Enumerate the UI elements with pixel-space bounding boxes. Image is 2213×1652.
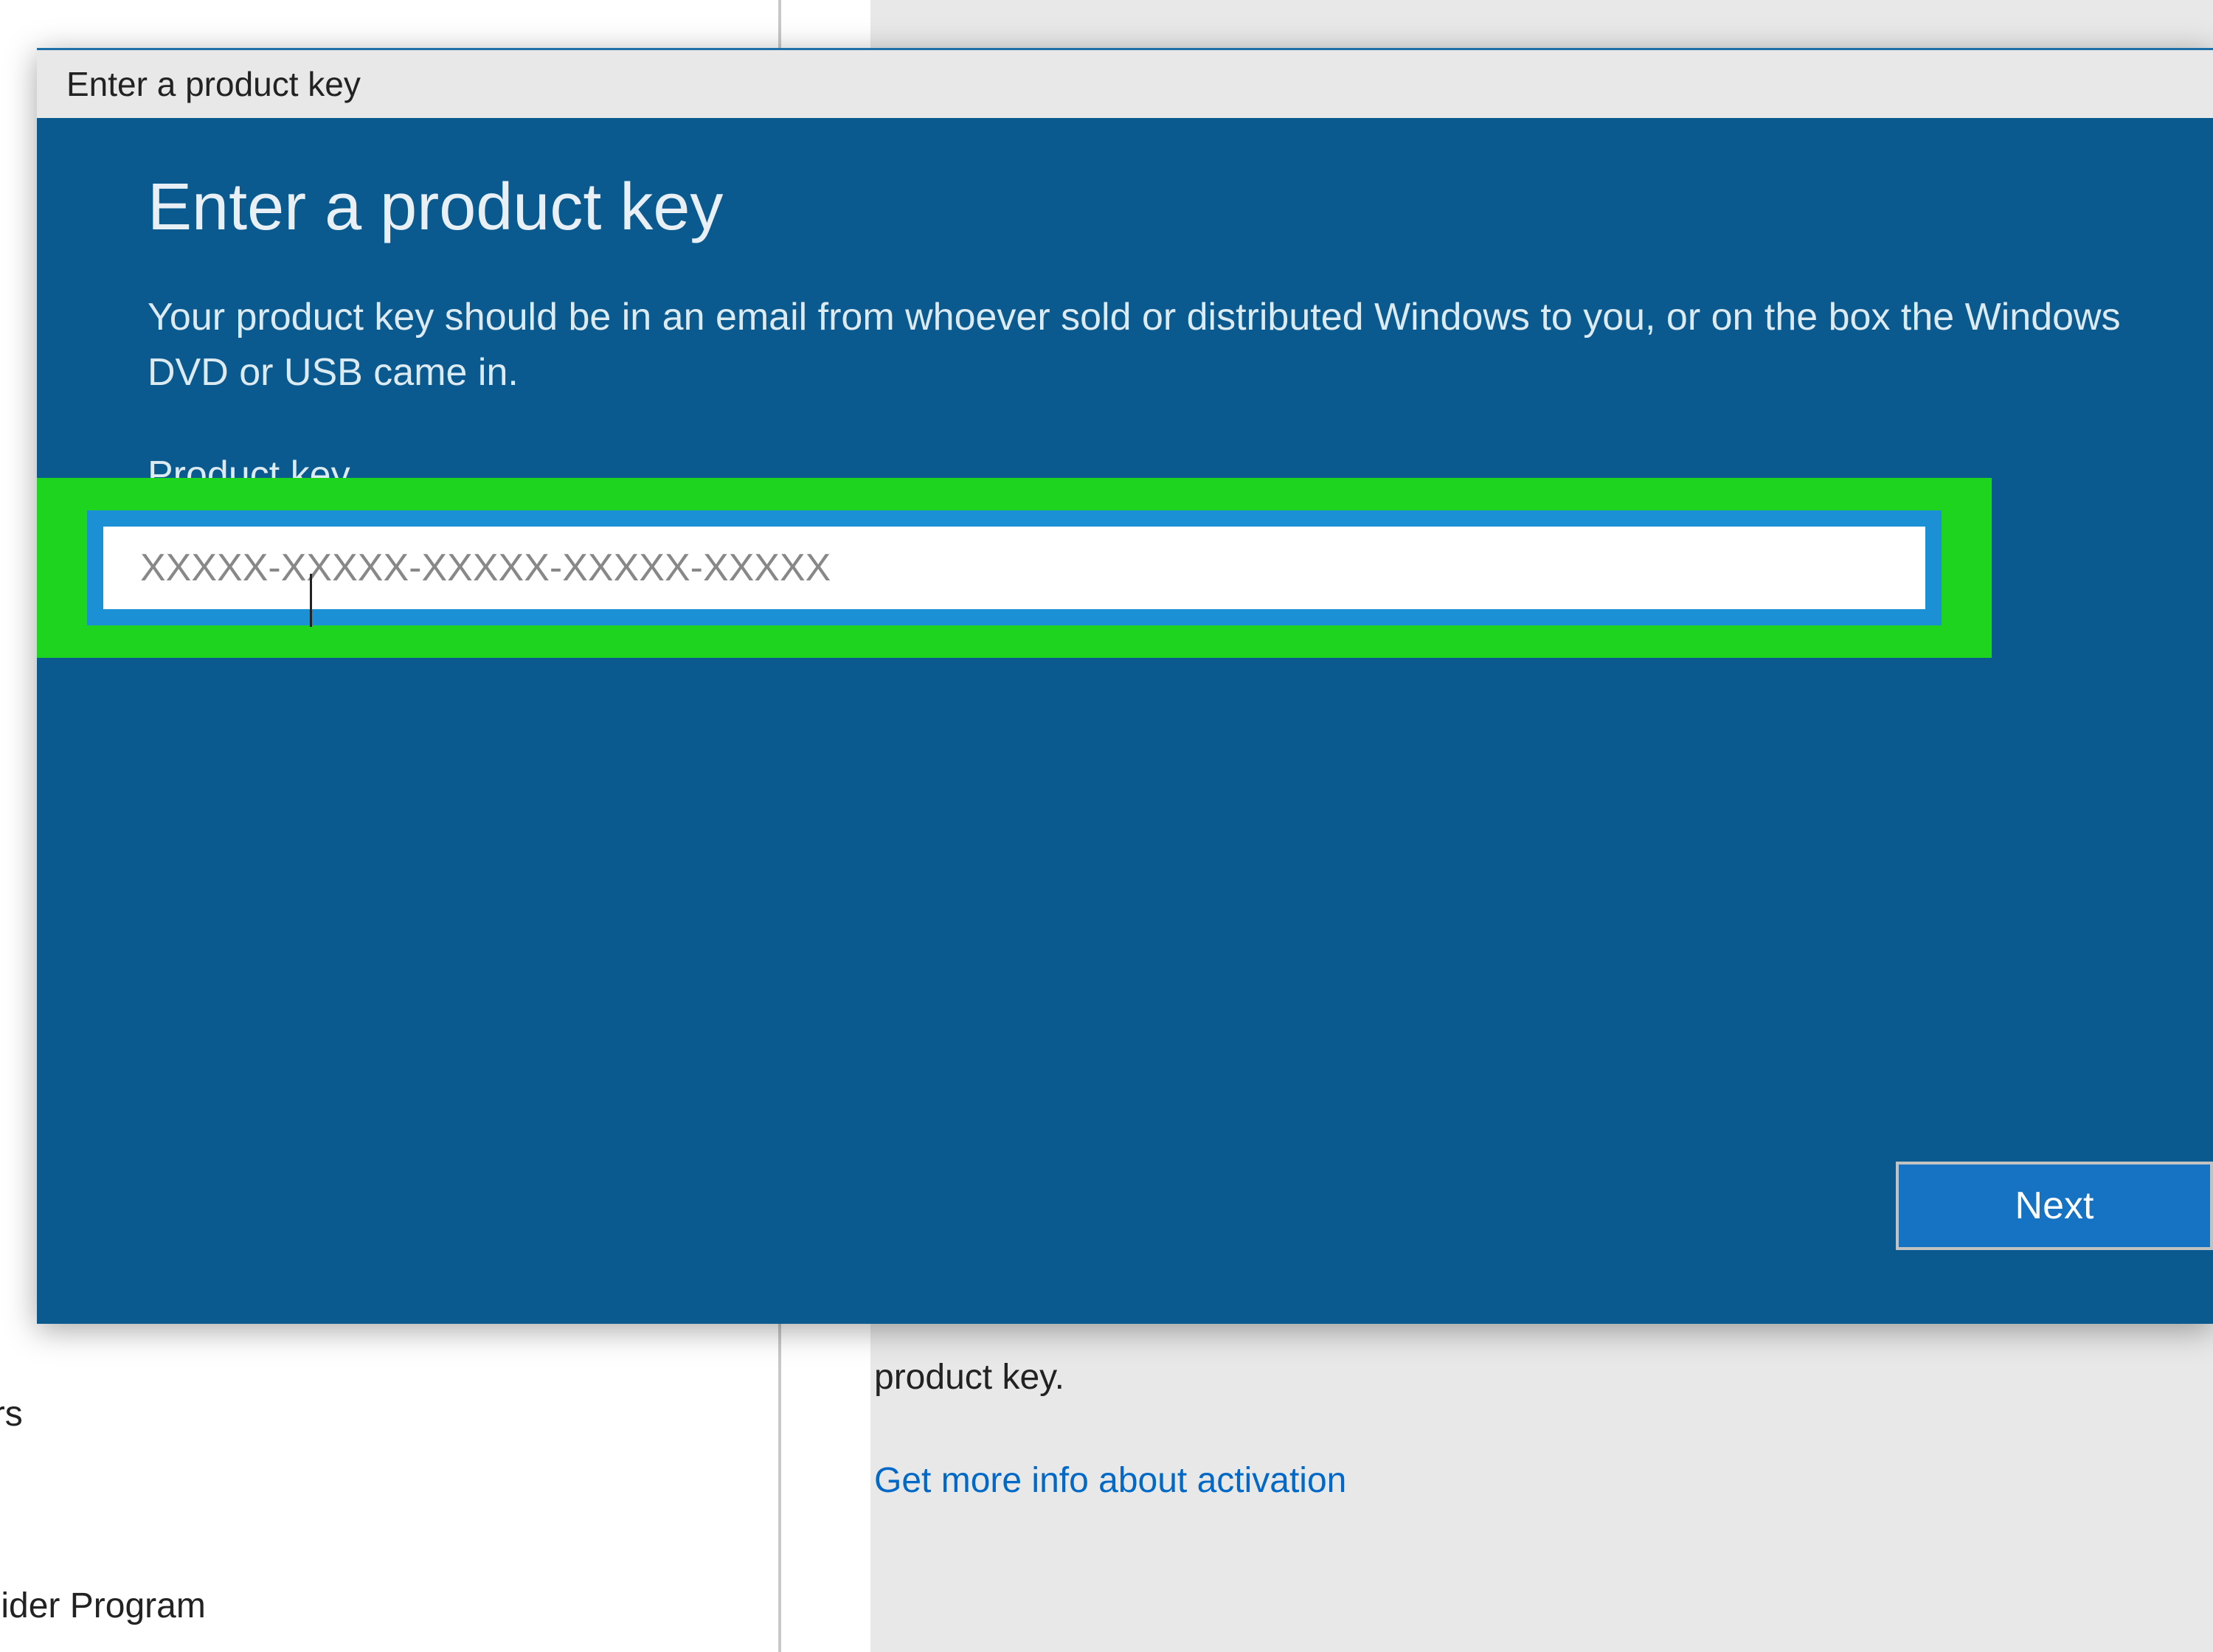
dialog-heading: Enter a product key [148, 170, 2124, 246]
activation-info-link[interactable]: Get more info about activation [874, 1460, 1346, 1501]
input-wrapper [103, 527, 1925, 609]
dialog-body: Enter a product key Your product key sho… [37, 118, 2213, 1324]
dialog-titlebar: Enter a product key [37, 50, 2213, 118]
product-key-input[interactable] [103, 527, 1925, 609]
highlight-annotation [37, 478, 1992, 658]
dialog-title: Enter a product key [66, 64, 361, 104]
next-button[interactable]: Next [1896, 1162, 2213, 1250]
sidebar-item[interactable]: s Insider Program [0, 1571, 206, 1641]
product-key-dialog: Enter a product key Enter a product key … [37, 48, 2213, 1324]
text-cursor [310, 574, 312, 627]
content-text-fragment: product key. [874, 1357, 1064, 1398]
sidebar-item[interactable]: lopers [0, 1379, 23, 1449]
dialog-description: Your product key should be in an email f… [148, 290, 2124, 401]
input-focus-border [87, 510, 1942, 625]
